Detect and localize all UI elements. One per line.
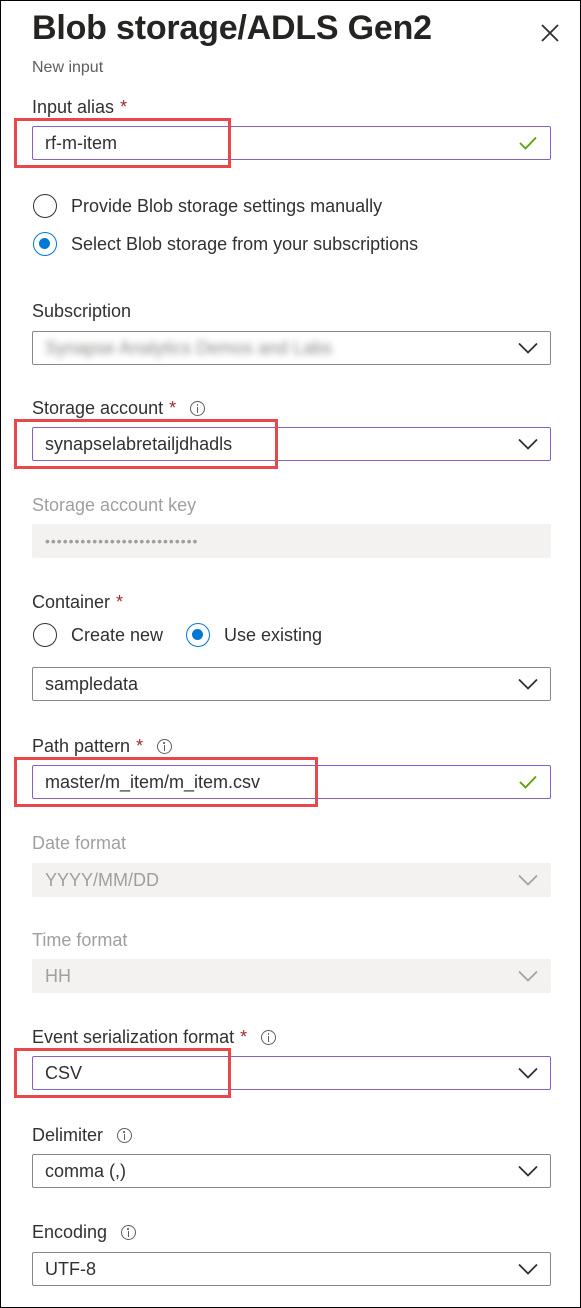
time-format-label: Time format	[32, 930, 128, 950]
encoding-label: Encoding	[32, 1222, 137, 1243]
subscription-dropdown[interactable]: Synapse Analytics Demos and Labs	[32, 331, 551, 365]
radio-button[interactable]	[33, 623, 57, 647]
checkmark-icon	[519, 136, 537, 150]
info-icon[interactable]	[121, 1225, 137, 1240]
required-marker: *	[240, 1027, 248, 1047]
required-marker: *	[116, 592, 124, 612]
time-format-value: HH	[45, 965, 71, 986]
info-icon[interactable]	[157, 739, 173, 754]
input-alias-label: Input alias *	[32, 97, 128, 117]
event-serialization-label: Event serialization format *	[32, 1027, 277, 1048]
delimiter-dropdown[interactable]: comma (,)	[32, 1154, 551, 1188]
time-format-dropdown: HH	[32, 959, 551, 993]
date-format-dropdown: YYYY/MM/DD	[32, 863, 551, 897]
chevron-down-icon	[518, 1067, 538, 1079]
chevron-down-icon	[518, 1165, 538, 1177]
subscription-value: Synapse Analytics Demos and Labs	[45, 337, 333, 358]
radio-button-selected[interactable]	[33, 232, 57, 256]
subscription-label: Subscription	[32, 301, 132, 321]
encoding-dropdown[interactable]: UTF-8	[32, 1252, 551, 1286]
date-format-value: YYYY/MM/DD	[45, 869, 160, 890]
storage-account-label: Storage account *	[32, 398, 206, 419]
container-dropdown[interactable]: sampledata	[32, 667, 551, 701]
radio-provide-manually[interactable]: Provide Blob storage settings manually	[33, 194, 382, 218]
radio-button-selected[interactable]	[186, 623, 210, 647]
chevron-down-icon	[518, 678, 538, 690]
highlight-box	[14, 757, 318, 807]
checkmark-icon	[519, 775, 537, 789]
close-icon[interactable]	[538, 21, 562, 45]
chevron-down-icon	[518, 438, 538, 450]
chevron-down-icon	[518, 1263, 538, 1275]
panel-title: Blob storage/ADLS Gen2	[32, 9, 432, 47]
chevron-down-icon	[518, 342, 538, 354]
chevron-down-icon	[518, 970, 538, 982]
highlight-box	[14, 118, 231, 168]
radio-use-existing[interactable]: Use existing	[186, 623, 322, 647]
radio-select-from-subscriptions[interactable]: Select Blob storage from your subscripti…	[33, 232, 418, 256]
highlight-box	[14, 1048, 231, 1098]
delimiter-label: Delimiter	[32, 1125, 133, 1146]
container-label: Container *	[32, 592, 124, 612]
storage-account-key-value: ••••••••••••••••••••••••••	[45, 533, 199, 549]
info-icon[interactable]	[261, 1030, 277, 1045]
delimiter-value: comma (,)	[45, 1160, 126, 1181]
radio-label: Create new	[71, 624, 164, 645]
required-marker: *	[136, 736, 144, 756]
encoding-value: UTF-8	[45, 1258, 96, 1279]
radio-label: Select Blob storage from your subscripti…	[71, 233, 419, 254]
path-pattern-label: Path pattern *	[32, 736, 173, 757]
radio-create-new[interactable]: Create new	[33, 623, 163, 647]
date-format-label: Date format	[32, 833, 127, 853]
info-icon[interactable]	[190, 401, 206, 416]
panel-subtitle: New input	[32, 59, 104, 76]
storage-account-key-field: ••••••••••••••••••••••••••	[32, 524, 551, 558]
blob-storage-input-panel: Blob storage/ADLS Gen2 New input Input a…	[0, 0, 581, 1308]
highlight-box	[14, 419, 278, 469]
radio-label: Use existing	[224, 624, 323, 645]
container-value: sampledata	[45, 673, 139, 694]
info-icon[interactable]	[117, 1128, 133, 1143]
required-marker: *	[169, 398, 177, 418]
storage-account-key-label: Storage account key	[32, 495, 197, 515]
radio-label: Provide Blob storage settings manually	[71, 195, 383, 216]
chevron-down-icon	[518, 874, 538, 886]
required-marker: *	[120, 97, 128, 117]
radio-button[interactable]	[33, 194, 57, 218]
